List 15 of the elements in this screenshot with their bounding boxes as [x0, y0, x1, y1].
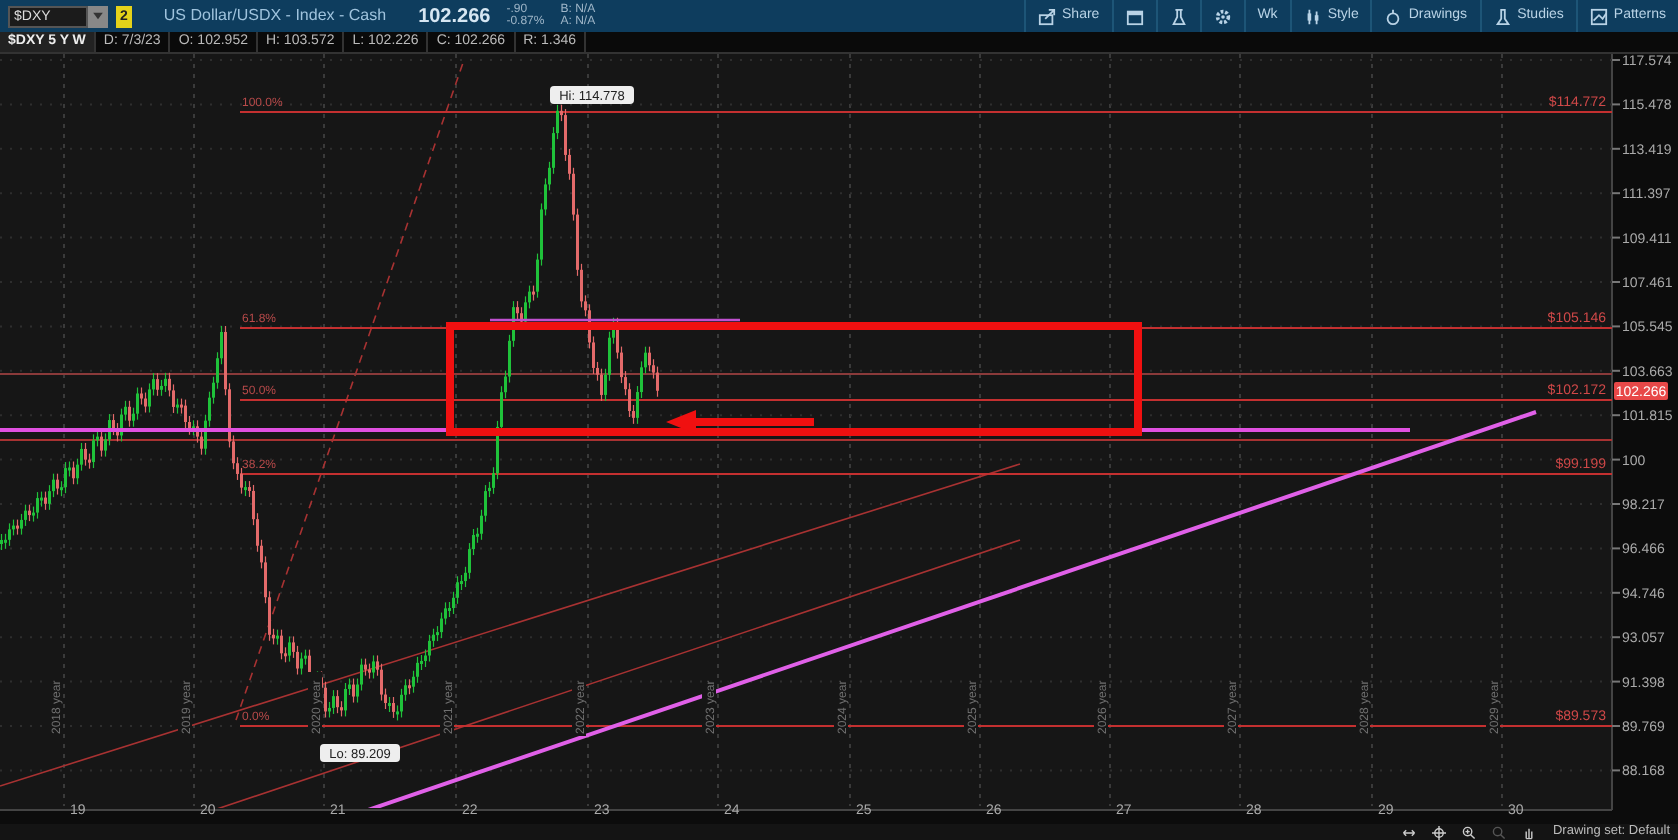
- settings-icon: [1213, 7, 1232, 25]
- flask-icon: [1493, 7, 1512, 25]
- last-price: 102.266: [418, 3, 491, 31]
- dropdown-button[interactable]: [88, 5, 108, 27]
- flask-icon: [1169, 7, 1188, 25]
- candles-icon: [1303, 7, 1322, 25]
- hand-icon: [1522, 825, 1537, 839]
- pan-icon: [1402, 825, 1417, 839]
- share-icon: [1038, 7, 1057, 25]
- zoom-out-icon: [1492, 825, 1507, 839]
- instrument-name: US Dollar/USDX - Index - Cash: [163, 4, 387, 28]
- window-icon: [1125, 7, 1144, 25]
- pattern-icon: [1589, 7, 1608, 25]
- zoom-in-icon: [1462, 825, 1477, 839]
- crosshair-icon: [1432, 825, 1447, 839]
